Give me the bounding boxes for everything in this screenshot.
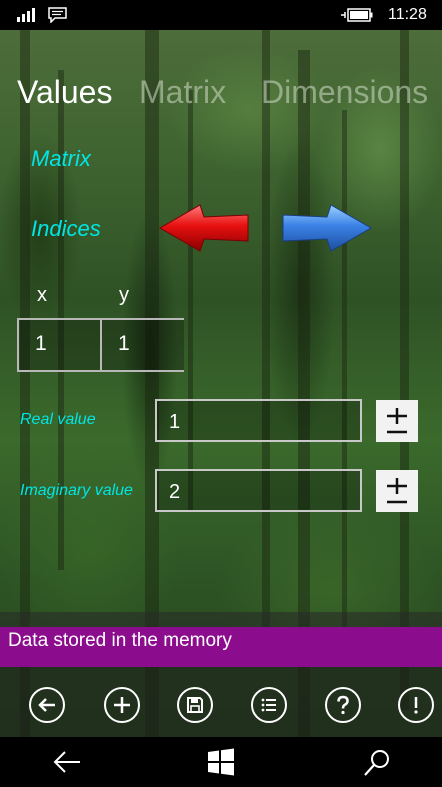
windows-start-icon[interactable]: [207, 748, 235, 776]
back-icon: [38, 698, 55, 712]
status-message-banner: Data stored in the memory: [0, 627, 442, 667]
y-label: y: [119, 284, 129, 306]
imaginary-value-label: Imaginary value: [20, 482, 133, 499]
imaginary-value-input[interactable]: 2: [155, 469, 362, 512]
back-button[interactable]: [29, 687, 65, 723]
info-button[interactable]: [398, 687, 434, 723]
imaginary-plus-minus-button[interactable]: [376, 470, 418, 512]
help-button[interactable]: [325, 687, 361, 723]
previous-arrow-icon[interactable]: [158, 203, 250, 253]
add-icon: [114, 697, 130, 713]
real-value-label: Real value: [20, 411, 96, 428]
save-button[interactable]: [177, 687, 213, 723]
list-icon: [261, 698, 276, 712]
index-x-input[interactable]: 1: [17, 318, 102, 372]
real-value-input[interactable]: 1: [155, 399, 362, 442]
x-label: x: [37, 284, 47, 306]
matrix-label: Matrix: [31, 146, 91, 171]
real-plus-minus-button[interactable]: [376, 400, 418, 442]
next-arrow-icon[interactable]: [281, 203, 373, 253]
add-button[interactable]: [104, 687, 140, 723]
info-icon: [414, 697, 418, 714]
tab-values[interactable]: Values: [17, 74, 112, 111]
back-arrow-icon[interactable]: [52, 748, 82, 776]
save-icon: [187, 697, 203, 713]
divider-band: [0, 612, 442, 628]
message-icon: [48, 7, 67, 23]
index-y-input[interactable]: 1: [100, 318, 184, 372]
signal-strength-icon: [17, 8, 39, 22]
plus-minus-icon: [387, 478, 407, 504]
plus-minus-icon: [387, 408, 407, 434]
tab-dimensions[interactable]: Dimensions: [261, 74, 428, 111]
battery-charging-icon: [341, 8, 373, 22]
indices-label: Indices: [31, 216, 101, 241]
clock: 11:28: [388, 6, 427, 23]
search-icon[interactable]: [362, 748, 392, 778]
tab-matrix[interactable]: Matrix: [139, 74, 226, 111]
app-bar: [0, 667, 442, 737]
help-icon: [337, 695, 349, 715]
list-button[interactable]: [251, 687, 287, 723]
status-bar: 11:28: [0, 0, 442, 30]
